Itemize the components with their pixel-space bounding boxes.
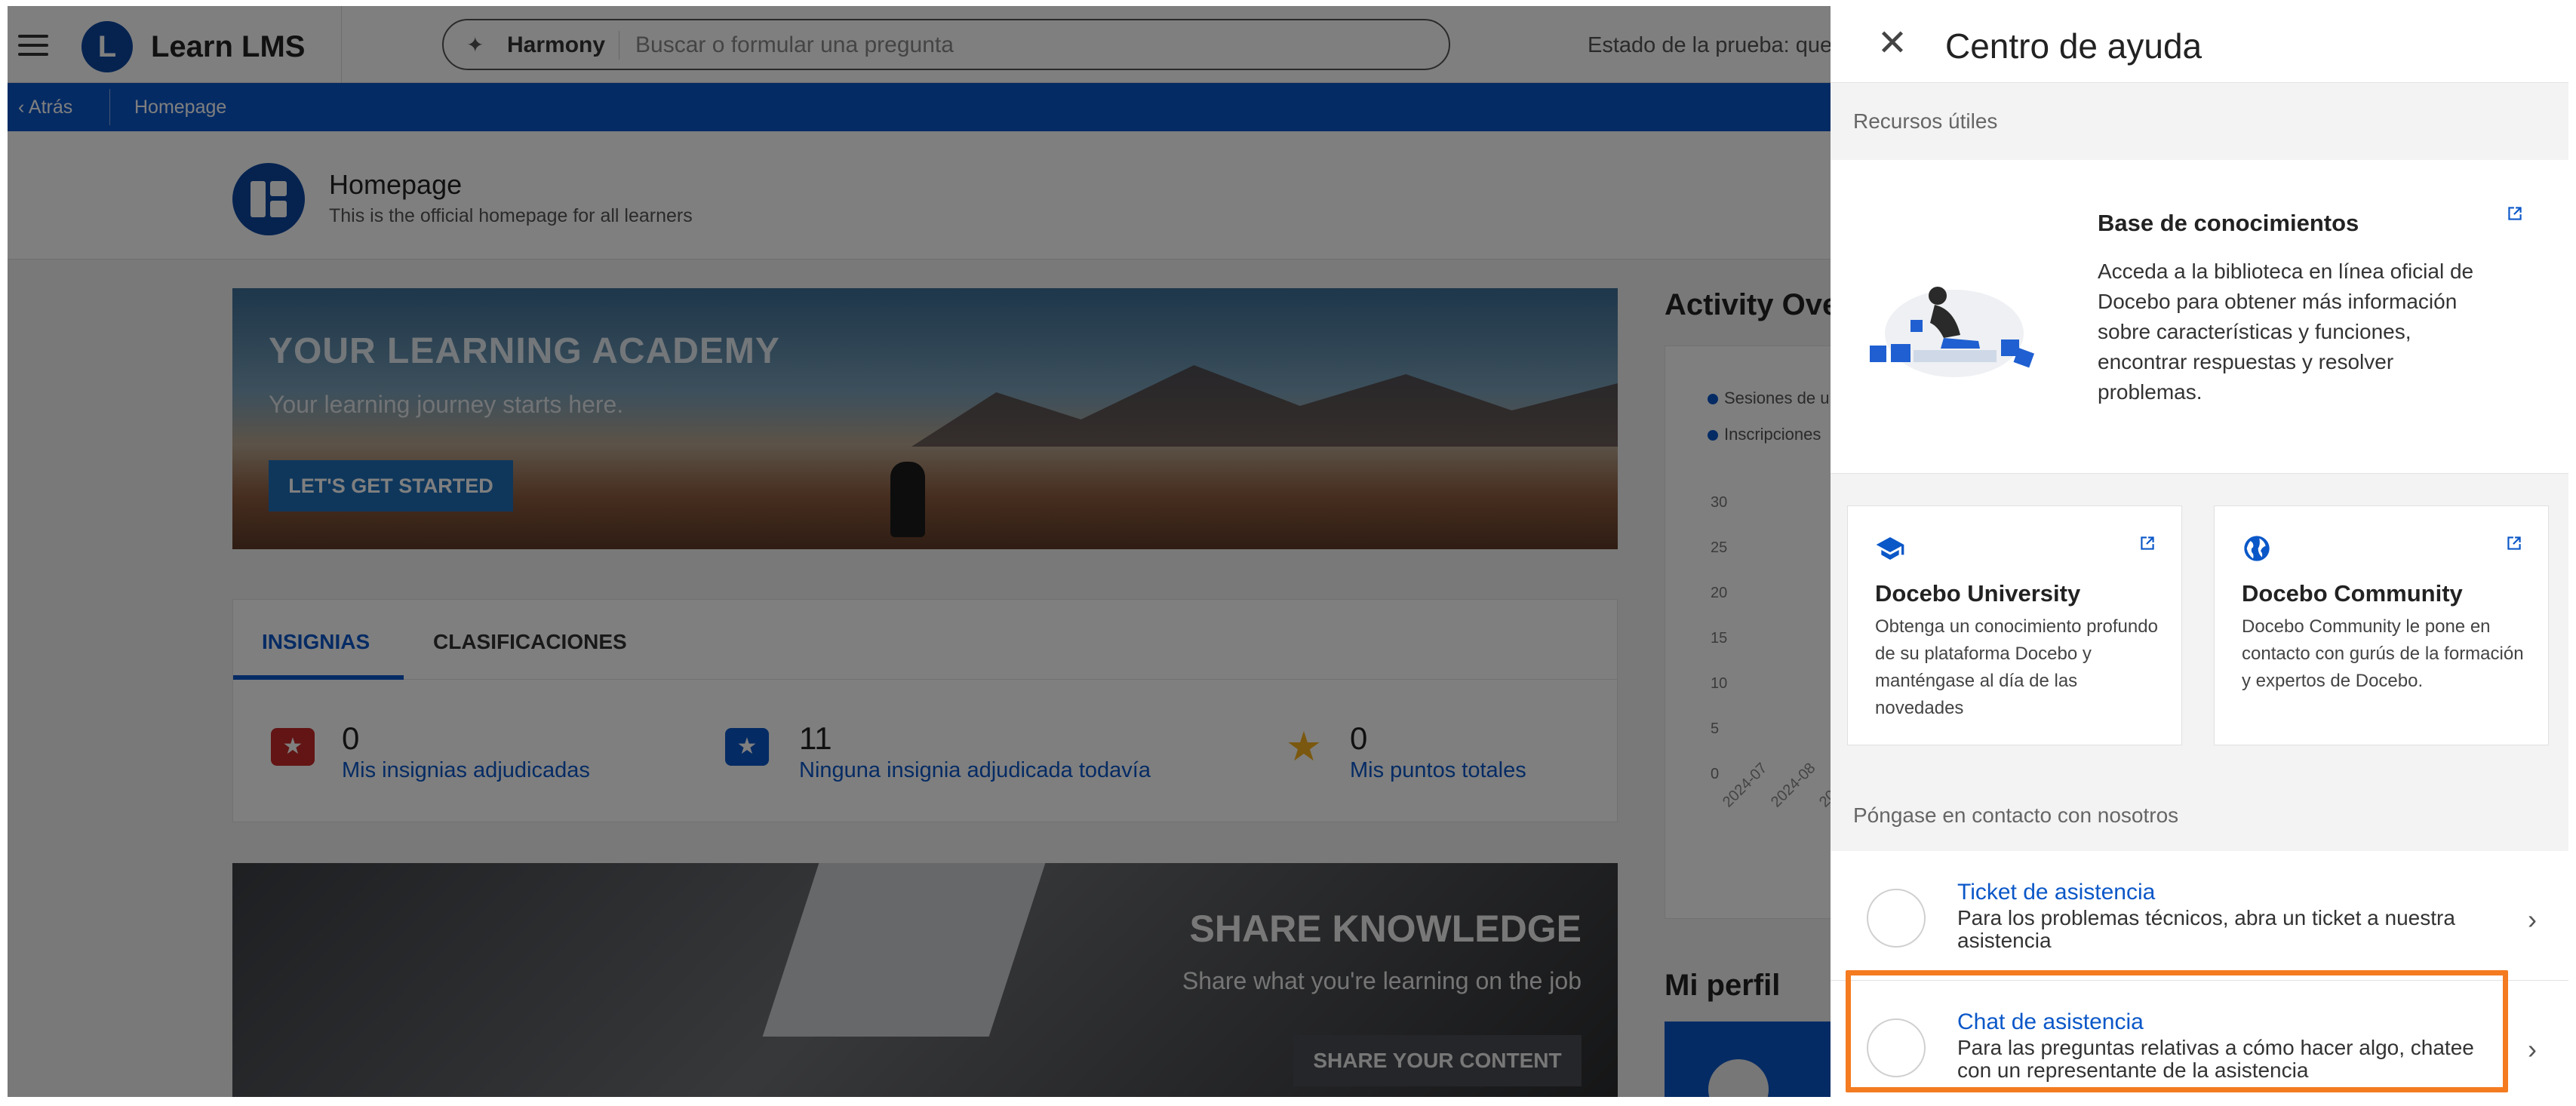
card-description: Docebo Community le pone en contacto con… xyxy=(2242,616,2524,691)
contact-title: Chat de asistencia xyxy=(1957,1009,2144,1034)
contact-description: Para las preguntas relativas a cómo hace… xyxy=(1957,1036,2474,1082)
knowledge-base-illustration-icon xyxy=(1870,287,2035,377)
globe-icon xyxy=(2244,536,2270,561)
external-link-icon[interactable] xyxy=(2505,204,2525,223)
panel-header: ✕ Centro de ayuda xyxy=(1831,6,2568,83)
external-link-icon[interactable] xyxy=(2504,533,2524,553)
card-description: Obtenga un conocimiento profundo de su p… xyxy=(1875,616,2158,718)
support-ticket-item[interactable]: Ticket de asistencia Para los problemas … xyxy=(1831,851,2568,981)
ticket-icon xyxy=(1867,889,1926,948)
contact-title: Ticket de asistencia xyxy=(1957,880,2156,905)
help-center-panel: ✕ Centro de ayuda Recursos útiles Base d… xyxy=(1831,6,2568,1097)
chevron-right-icon: › xyxy=(2528,904,2537,935)
knowledge-base-description: Acceda a la biblioteca en línea oficial … xyxy=(2098,260,2474,404)
support-chat-item[interactable]: Chat de asistencia Para las preguntas re… xyxy=(1831,981,2568,1097)
docebo-university-card[interactable]: Docebo University Obtenga un conocimient… xyxy=(1847,505,2182,745)
resources-section-label: Recursos útiles xyxy=(1831,83,2568,160)
knowledge-base-title: Base de conocimientos xyxy=(2098,210,2359,236)
chat-icon xyxy=(1867,1018,1926,1077)
docebo-community-card[interactable]: Docebo Community Docebo Community le pon… xyxy=(2214,505,2549,745)
card-title: Docebo University xyxy=(1875,580,2081,607)
panel-title: Centro de ayuda xyxy=(1945,26,2203,66)
contact-description: Para los problemas técnicos, abra un tic… xyxy=(1957,906,2455,952)
card-title: Docebo Community xyxy=(2242,580,2463,607)
graduation-cap-icon xyxy=(1876,537,1904,560)
chevron-right-icon: › xyxy=(2528,1034,2537,1065)
close-icon[interactable]: ✕ xyxy=(1873,24,1912,63)
knowledge-base-card[interactable]: Base de conocimientos Acceda a la biblio… xyxy=(1831,160,2568,474)
contact-section-label: Póngase en contacto con nosotros xyxy=(1831,780,2568,851)
external-link-icon[interactable] xyxy=(2138,533,2157,553)
